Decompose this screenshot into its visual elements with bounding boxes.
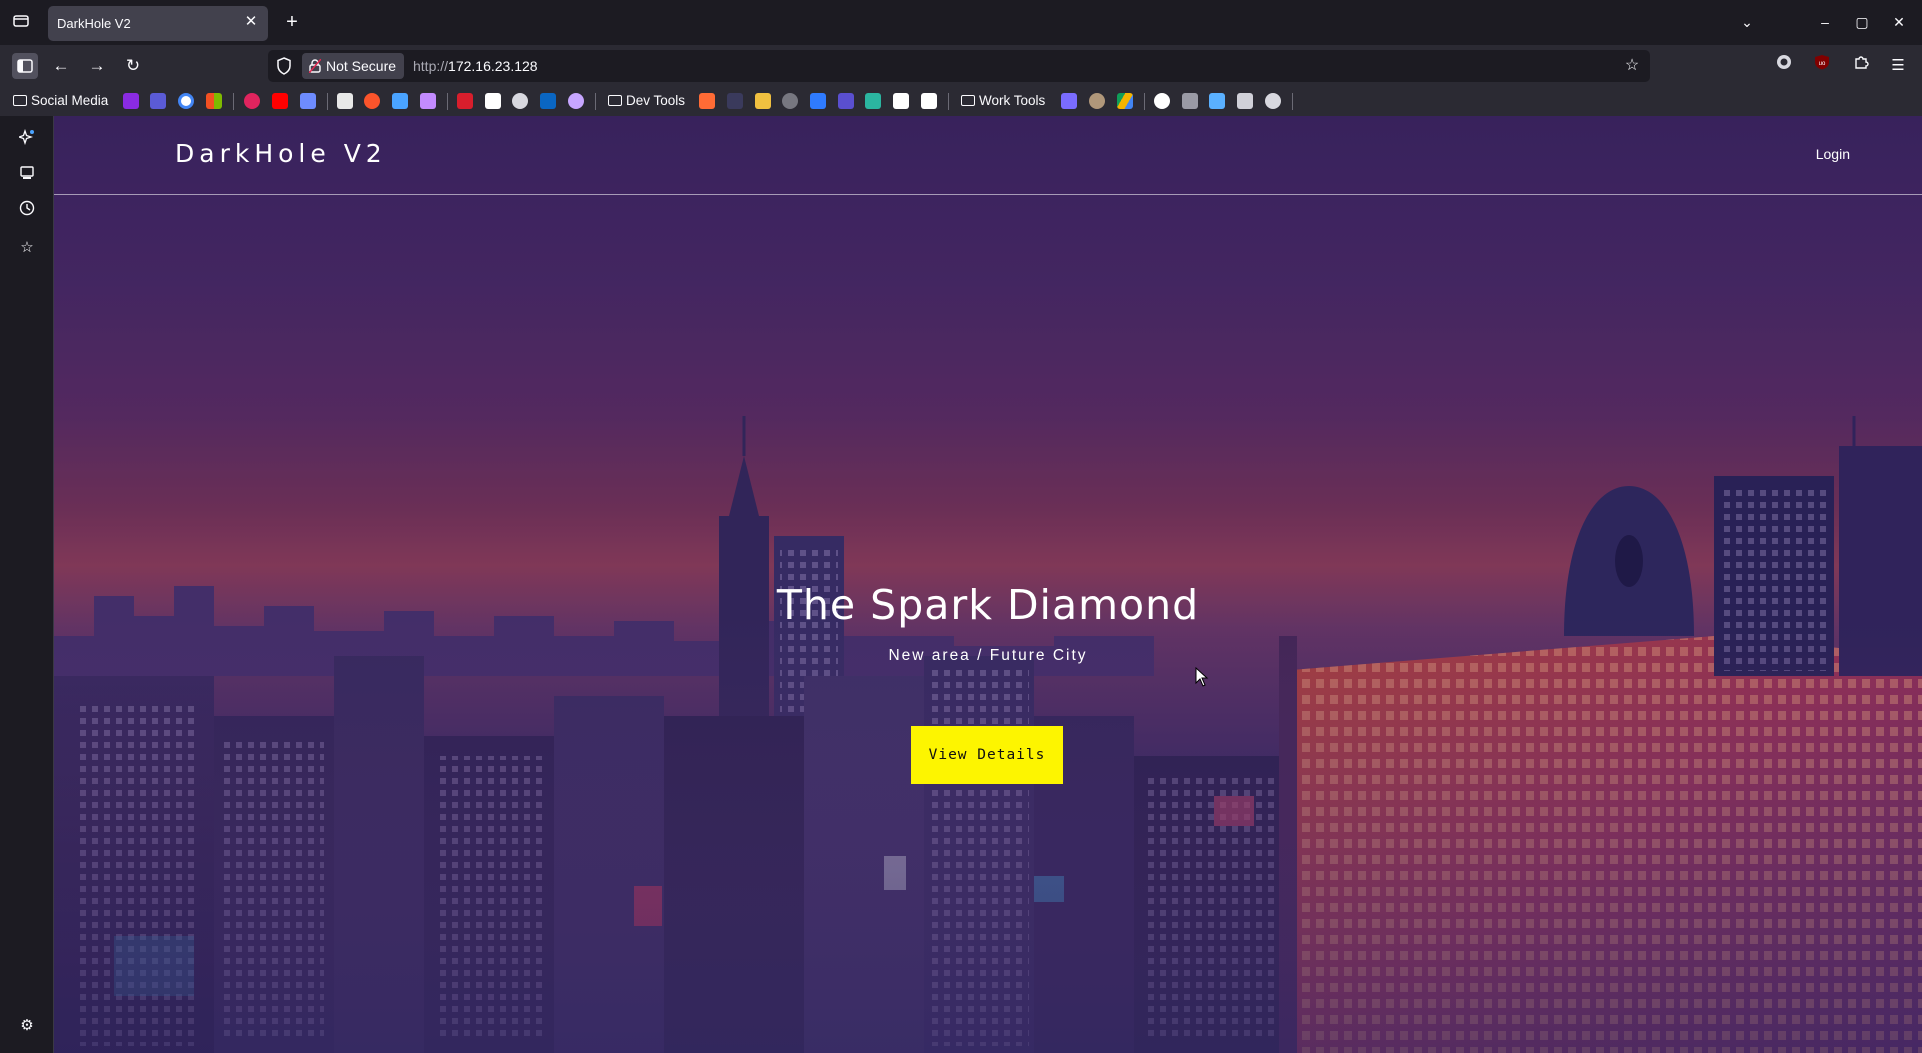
bookmark-21-icon[interactable] xyxy=(1265,93,1281,109)
bookmark-e-icon[interactable] xyxy=(123,93,139,109)
site-header: DarkHole V2 Login xyxy=(54,116,1922,195)
bookmark-19-icon[interactable] xyxy=(1182,93,1198,109)
tab-list-icon[interactable] xyxy=(9,12,33,34)
settings-icon[interactable]: ⚙ xyxy=(15,1014,39,1038)
bookmarks-toolbar: Social Media Dev Tools Work Tools xyxy=(0,86,1922,116)
bookmark-folder-dev-tools[interactable]: Dev Tools xyxy=(608,91,685,111)
maximize-icon[interactable]: ▢ xyxy=(1850,10,1874,34)
bookmark-14-icon[interactable] xyxy=(893,93,909,109)
bookmark-microsoft-icon[interactable] xyxy=(206,93,222,109)
bookmark-separator xyxy=(233,93,234,110)
url-text[interactable]: http://172.16.23.128 xyxy=(413,58,538,74)
not-secure-label: Not Secure xyxy=(326,58,397,74)
folder-icon xyxy=(961,95,975,106)
sync-tabs-icon[interactable] xyxy=(15,165,39,189)
browser-sidebar: ☆ ⚙ xyxy=(0,116,54,1053)
bookmark-notion-icon[interactable] xyxy=(485,93,501,109)
history-icon[interactable] xyxy=(15,200,39,224)
bookmark-folder-social-media[interactable]: Social Media xyxy=(13,91,108,111)
list-all-tabs-icon[interactable]: ⌄ xyxy=(1735,10,1759,34)
bookmark-star-icon[interactable]: ☆ xyxy=(1620,54,1644,78)
bookmark-drive-icon[interactable] xyxy=(1117,93,1133,109)
new-tab-button[interactable]: + xyxy=(281,11,303,33)
bookmark-folder-label: Work Tools xyxy=(979,93,1046,108)
bookmark-steam-icon[interactable] xyxy=(1209,93,1225,109)
bookmark-folder-label: Social Media xyxy=(31,93,109,108)
hero-title: The Spark Diamond xyxy=(776,581,1200,629)
app-menu-icon[interactable]: ☰ xyxy=(1886,54,1910,78)
view-details-button[interactable]: View Details xyxy=(911,726,1063,784)
url-host: 172.16.23.128 xyxy=(448,58,538,74)
extensions-puzzle-icon[interactable] xyxy=(1849,54,1873,78)
bookmark-linkedin-icon[interactable] xyxy=(540,93,556,109)
bookmark-proton-icon[interactable] xyxy=(300,93,316,109)
minimize-icon[interactable]: – xyxy=(1813,10,1837,34)
tab-active[interactable]: DarkHole V2 ✕ xyxy=(48,6,268,41)
bookmark-7-icon[interactable] xyxy=(699,93,715,109)
login-link[interactable]: Login xyxy=(1816,146,1850,162)
mouse-cursor-icon xyxy=(1195,667,1209,687)
bookmark-20-icon[interactable] xyxy=(1237,93,1253,109)
folder-icon xyxy=(13,95,27,106)
bookmark-gmail-icon[interactable] xyxy=(150,93,166,109)
bookmark-15-icon[interactable] xyxy=(921,93,937,109)
tracking-protection-icon[interactable] xyxy=(276,57,292,75)
sidebar-toggle-icon[interactable] xyxy=(12,53,38,79)
insecure-lock-icon xyxy=(309,59,321,73)
url-bar[interactable]: Not Secure http://172.16.23.128 ☆ xyxy=(268,50,1650,82)
bookmark-google-icon[interactable] xyxy=(178,93,194,109)
forward-icon[interactable]: → xyxy=(84,53,110,79)
bookmark-github-icon[interactable] xyxy=(512,93,528,109)
bookmark-8-icon[interactable] xyxy=(727,93,743,109)
bookmark-separator xyxy=(447,93,448,110)
bookmark-star-icon[interactable]: ☆ xyxy=(15,236,39,260)
folder-icon xyxy=(608,95,622,106)
bookmark-3-icon[interactable] xyxy=(392,93,408,109)
bookmark-folder-label: Dev Tools xyxy=(626,93,686,108)
bookmark-6-icon[interactable] xyxy=(568,93,584,109)
bookmark-separator xyxy=(948,93,949,110)
site-brand[interactable]: DarkHole V2 xyxy=(175,139,387,168)
bookmark-12-icon[interactable] xyxy=(838,93,854,109)
bookmark-1-icon[interactable] xyxy=(244,93,260,109)
back-icon[interactable]: ← xyxy=(48,53,74,79)
web-page: DarkHole V2 Login The Spark Diamond New … xyxy=(54,116,1922,1053)
bookmark-youtube-icon[interactable] xyxy=(272,93,288,109)
security-indicator[interactable]: Not Secure xyxy=(302,53,405,79)
bookmark-folder-work-tools[interactable]: Work Tools xyxy=(961,91,1045,111)
url-protocol: http:// xyxy=(413,58,449,74)
tab-close-icon[interactable]: ✕ xyxy=(242,13,260,31)
bookmark-separator xyxy=(1292,93,1293,110)
bookmark-17-icon[interactable] xyxy=(1089,93,1105,109)
bookmark-separator xyxy=(1144,93,1145,110)
ublock-origin-icon[interactable]: uo xyxy=(1810,54,1834,78)
sparkle-icon[interactable] xyxy=(15,128,39,153)
svg-text:uo: uo xyxy=(1819,61,1826,67)
bookmark-9-icon[interactable] xyxy=(755,93,771,109)
hero-subtitle: New area / Future City xyxy=(888,647,1088,664)
bookmark-11-icon[interactable] xyxy=(810,93,826,109)
navigation-toolbar: ← → ↻ Not Secure http://172.16.23.128 ☆ … xyxy=(0,45,1922,86)
bookmark-2-icon[interactable] xyxy=(337,93,353,109)
close-window-icon[interactable]: ✕ xyxy=(1887,10,1911,34)
bookmark-18-icon[interactable] xyxy=(1154,93,1170,109)
bookmark-separator xyxy=(327,93,328,110)
bookmark-separator xyxy=(595,93,596,110)
bookmark-4-icon[interactable] xyxy=(420,93,436,109)
bookmark-13-icon[interactable] xyxy=(865,93,881,109)
tab-strip: DarkHole V2 ✕ + ⌄ – ▢ ✕ xyxy=(0,0,1922,45)
tab-title: DarkHole V2 xyxy=(57,16,131,31)
extension-1-icon[interactable] xyxy=(1772,54,1796,78)
bookmark-brave-icon[interactable] xyxy=(364,93,380,109)
reload-icon[interactable]: ↻ xyxy=(120,53,146,79)
bookmark-10-icon[interactable] xyxy=(782,93,798,109)
bookmark-16-icon[interactable] xyxy=(1061,93,1077,109)
bookmark-5-icon[interactable] xyxy=(457,93,473,109)
